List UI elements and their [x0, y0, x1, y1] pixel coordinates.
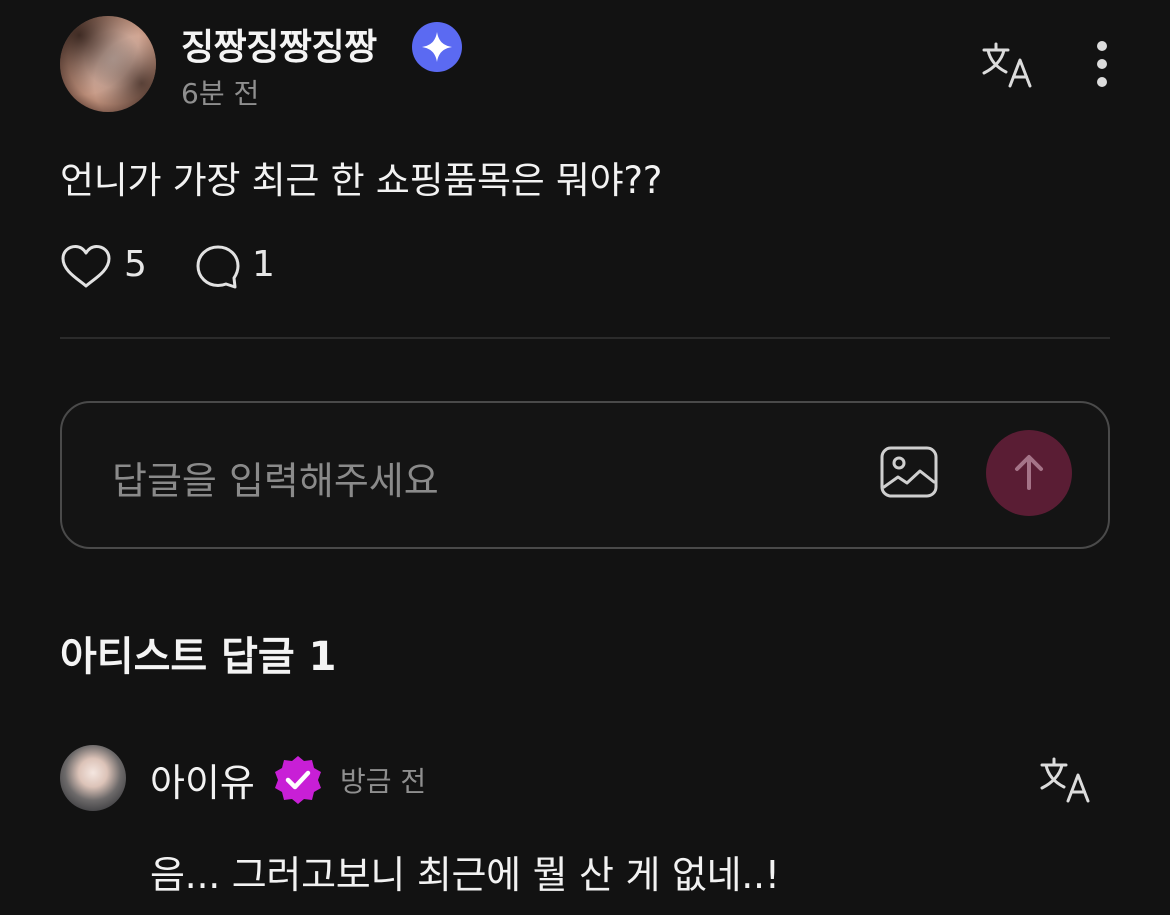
more-options-icon[interactable] — [1088, 40, 1116, 90]
verified-badge-icon — [272, 754, 324, 806]
post-time: 6분 전 — [181, 77, 260, 110]
translate-icon[interactable] — [980, 40, 1036, 92]
arrow-up-icon — [1015, 455, 1043, 490]
comment-icon — [196, 245, 240, 289]
attach-image-button[interactable] — [880, 446, 938, 498]
artist-replies-title: 아티스트 답글 1 — [60, 634, 337, 680]
comment-count: 1 — [252, 244, 275, 285]
author-name[interactable]: 징짱징짱징짱 — [181, 18, 377, 70]
send-button[interactable] — [986, 430, 1072, 516]
sparkle-badge-icon — [412, 22, 462, 72]
artist-reply-time: 방금 전 — [340, 765, 427, 798]
post-content: 언니가 가장 최근 한 쇼핑품목은 뭐야?? — [60, 159, 663, 202]
like-count: 5 — [124, 244, 147, 285]
translate-icon[interactable] — [1038, 755, 1094, 807]
author-avatar[interactable] — [60, 16, 156, 112]
comment-button[interactable] — [194, 244, 242, 290]
image-icon — [880, 446, 938, 498]
heart-icon — [61, 245, 111, 288]
reply-input-placeholder: 답글을 입력해주세요 — [112, 459, 439, 503]
artist-avatar[interactable] — [60, 745, 126, 811]
artist-reply-content: 음... 그러고보니 최근에 뭘 산 게 없네..! — [150, 853, 780, 897]
divider — [60, 337, 1110, 339]
artist-name[interactable]: 아이유 — [150, 752, 255, 807]
like-button[interactable] — [60, 244, 112, 290]
